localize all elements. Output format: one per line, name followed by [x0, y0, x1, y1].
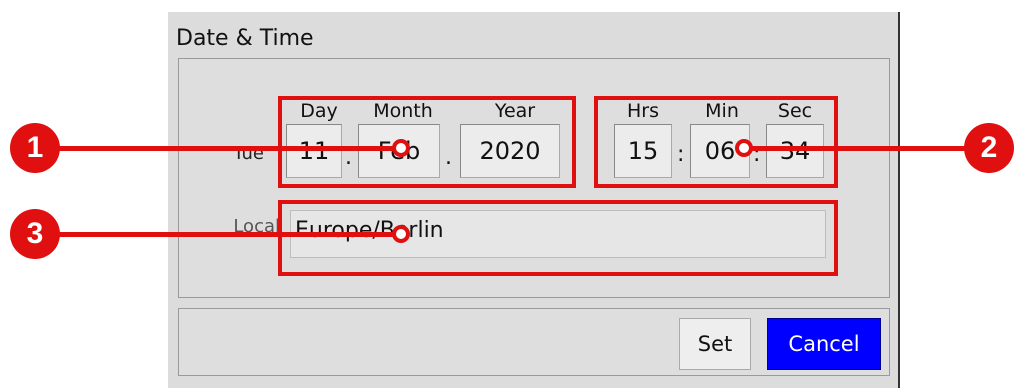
screenshot-stage: Date & Time Day Month Year Tue 11 . Feb …: [0, 0, 1020, 388]
callout-dot-1: [392, 139, 410, 157]
set-button[interactable]: Set: [679, 318, 751, 370]
date-highlight-box: [278, 96, 576, 188]
callout-badge-3: 3: [10, 209, 60, 259]
callout-line-3: [44, 232, 404, 237]
cancel-button[interactable]: Cancel: [767, 318, 881, 370]
callout-line-1: [44, 146, 404, 151]
timezone-highlight-box: [278, 200, 838, 276]
time-highlight-box: [594, 96, 838, 188]
callout-badge-1: 1: [10, 123, 60, 173]
callout-badge-2: 2: [964, 123, 1014, 173]
callout-line-2: [744, 146, 988, 151]
dialog-title: Date & Time: [176, 26, 314, 51]
callout-dot-2: [735, 139, 753, 157]
callout-dot-3: [392, 225, 410, 243]
